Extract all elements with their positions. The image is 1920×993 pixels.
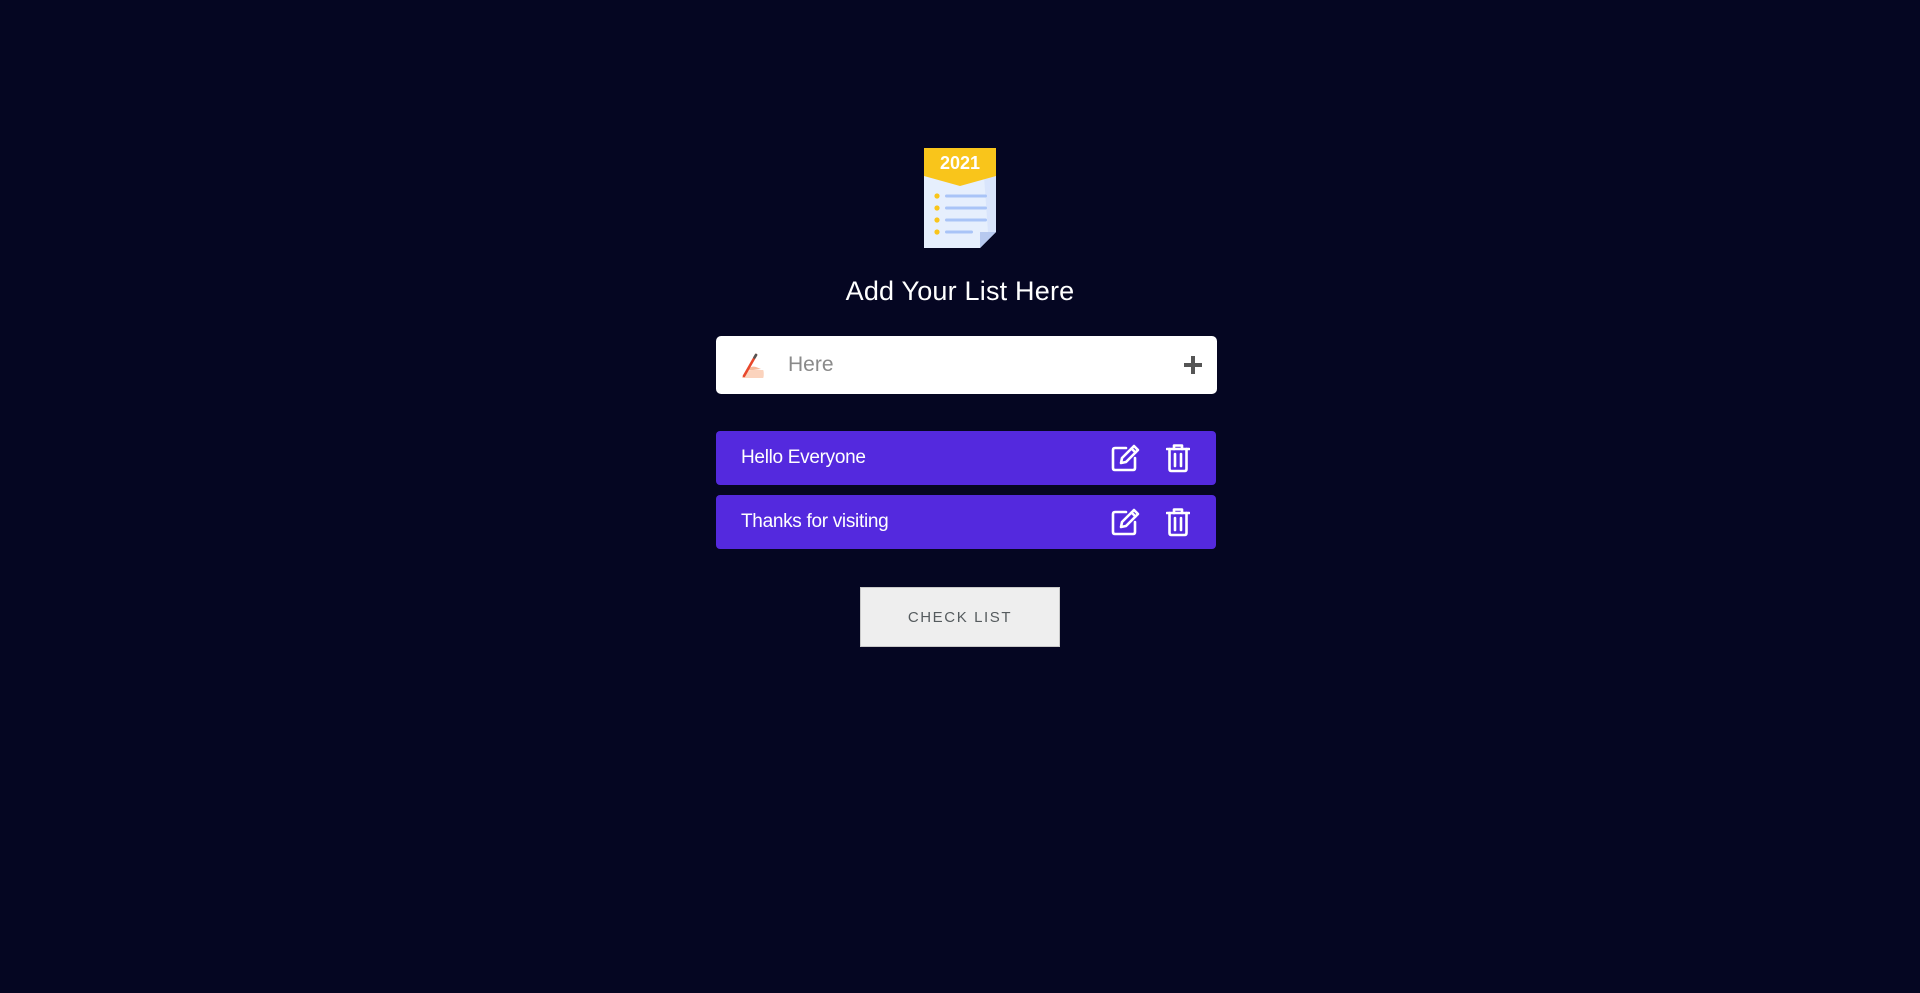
trash-icon[interactable] — [1166, 507, 1190, 537]
plus-icon[interactable] — [1183, 355, 1203, 375]
list-item: Thanks for visiting — [716, 495, 1216, 549]
edit-icon[interactable] — [1111, 508, 1141, 536]
list-item-label: Hello Everyone — [741, 447, 866, 468]
page: 2021 Add Your List Here Hello Everyone — [0, 0, 1920, 993]
list-item: Hello Everyone — [716, 431, 1216, 485]
page-title: Add Your List Here — [845, 276, 1075, 306]
new-item-input[interactable] — [771, 336, 1151, 394]
add-item-box — [716, 336, 1217, 394]
logo-year: 2021 — [940, 153, 980, 173]
todo-list: Hello Everyone Thanks for visiting — [716, 431, 1216, 559]
writing-hand-icon — [742, 353, 764, 378]
check-list-button[interactable]: CHECK LIST — [860, 587, 1060, 647]
trash-icon[interactable] — [1166, 443, 1190, 473]
edit-icon[interactable] — [1111, 444, 1141, 472]
list-item-label: Thanks for visiting — [741, 511, 889, 532]
checklist-document-icon: 2021 — [924, 148, 996, 248]
